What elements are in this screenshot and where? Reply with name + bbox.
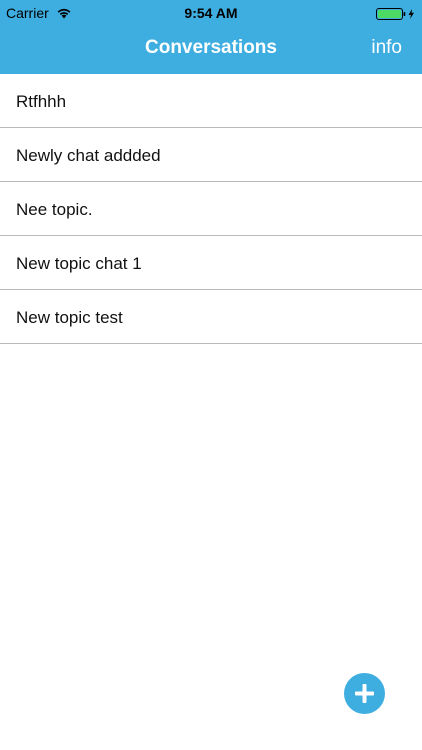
list-item[interactable]: Rtfhhh (0, 74, 422, 128)
conversation-title: Rtfhhh (16, 92, 67, 111)
page-title: Conversations (145, 37, 277, 58)
conversation-title: New topic test (16, 308, 123, 327)
battery-charging-icon (376, 7, 418, 20)
list-item[interactable]: New topic test (0, 290, 422, 344)
list-item[interactable]: Nee topic. (0, 182, 422, 236)
conversation-title: Nee topic. (16, 200, 93, 219)
conversation-title: Newly chat addded (16, 146, 161, 165)
status-time: 9:54 AM (184, 5, 238, 21)
conversations-screen: Carrier 9:54 AM Conversations info Rtfhh… (0, 0, 422, 750)
conversation-title: New topic chat 1 (16, 254, 142, 273)
status-bar: Carrier 9:54 AM (0, 0, 422, 26)
header: Carrier 9:54 AM Conversations info (0, 0, 422, 74)
add-conversation-button[interactable] (344, 673, 385, 714)
navigation-bar: Conversations info (0, 26, 422, 72)
plus-icon (355, 684, 374, 703)
info-button[interactable]: info (371, 37, 402, 59)
conversation-list: Rtfhhh Newly chat addded Nee topic. New … (0, 74, 422, 344)
list-item[interactable]: New topic chat 1 (0, 236, 422, 290)
list-item[interactable]: Newly chat addded (0, 128, 422, 182)
